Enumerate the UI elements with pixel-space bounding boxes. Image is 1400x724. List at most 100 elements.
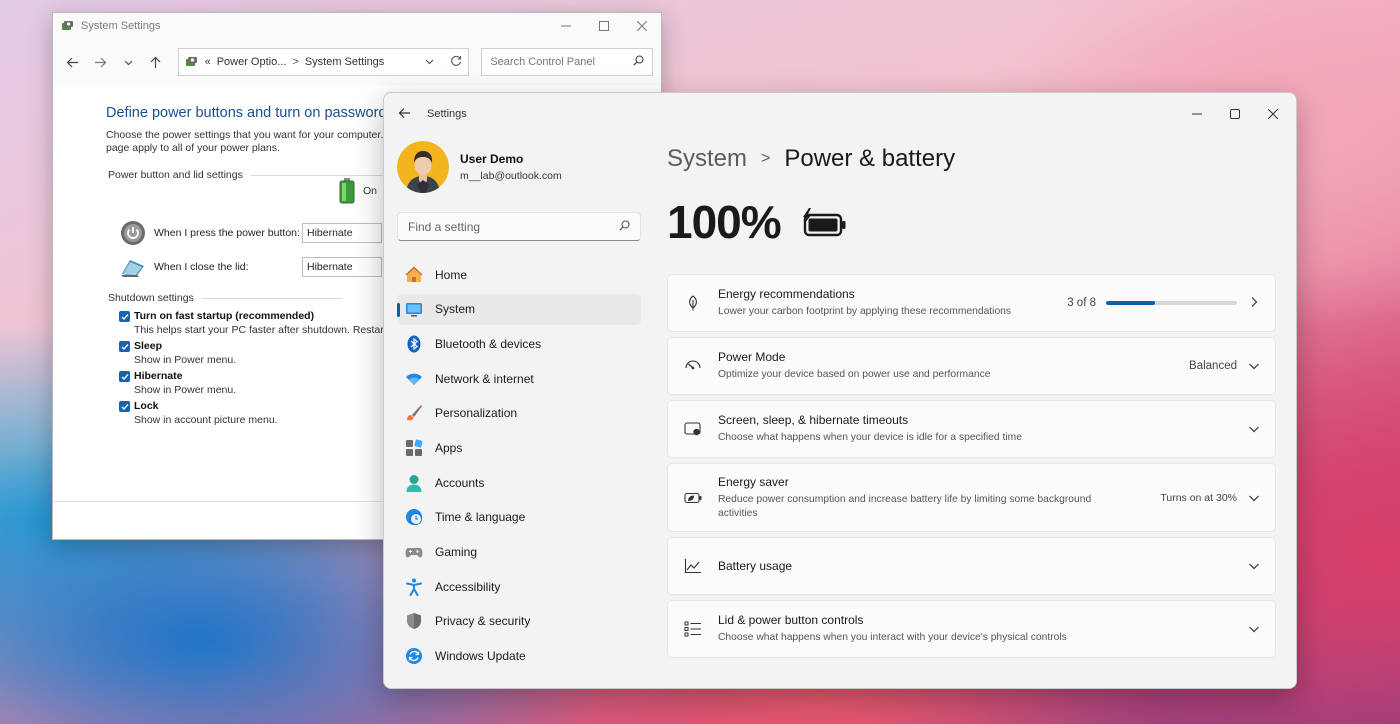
gamepad-icon xyxy=(405,543,423,561)
power-mode-dropdown[interactable]: Balanced xyxy=(1189,360,1237,372)
energy-recommendations-card[interactable]: Energy recommendations Lower your carbon… xyxy=(667,274,1276,332)
nav-item-time-language[interactable]: Time & language xyxy=(397,502,641,533)
breadcrumb-separator: > xyxy=(761,150,771,167)
chevron-down-icon[interactable] xyxy=(1247,359,1261,373)
address-crumb-system-settings[interactable]: System Settings xyxy=(305,56,384,68)
checkmark-icon[interactable] xyxy=(119,401,130,412)
energy-saver-status: Turns on at 30% xyxy=(1160,491,1237,504)
nav-item-bluetooth[interactable]: Bluetooth & devices xyxy=(397,328,641,359)
list-icon xyxy=(684,620,702,638)
nav-item-accessibility[interactable]: Accessibility xyxy=(397,571,641,602)
lid-power-button-card[interactable]: Lid & power button controls Choose what … xyxy=(667,600,1276,658)
nav-label-personalization: Personalization xyxy=(435,406,518,421)
settings-sidebar: User Demo m__lab@outlook.com Find a sett… xyxy=(384,135,652,688)
battery-charging-icon xyxy=(799,206,847,238)
battery-percent: 100% xyxy=(667,196,782,248)
power-button-select[interactable]: Hibernate xyxy=(302,223,382,243)
control-panel-search[interactable]: Search Control Panel xyxy=(481,48,653,76)
nav-label-apps: Apps xyxy=(435,440,463,455)
chevron-down-icon[interactable] xyxy=(1247,491,1261,505)
address-separator: > xyxy=(292,56,299,68)
laptop-lid-icon xyxy=(120,256,146,278)
on-battery-label: On xyxy=(363,185,378,197)
fast-startup-desc: This helps start your PC faster after sh… xyxy=(134,324,398,336)
close-button[interactable] xyxy=(1254,100,1292,128)
nav-item-gaming[interactable]: Gaming xyxy=(397,537,641,568)
energy-saver-title: Energy saver xyxy=(718,474,789,489)
refresh-icon[interactable] xyxy=(450,55,462,70)
battery-saver-icon xyxy=(684,489,702,507)
settings-main: System > Power & battery 100% Energy rec… xyxy=(667,135,1276,688)
wifi-icon xyxy=(405,370,423,388)
minimize-button[interactable] xyxy=(1178,100,1216,128)
power-options-address-icon xyxy=(185,55,199,69)
nav-item-personalization[interactable]: Personalization xyxy=(397,398,641,429)
address-bar[interactable]: « Power Optio... > System Settings xyxy=(177,48,470,76)
fast-startup-title: Turn on fast startup (recommended) xyxy=(134,310,315,322)
power-options-app-icon xyxy=(61,19,75,33)
cp-minimize-button[interactable] xyxy=(547,13,585,39)
address-crumb-power-options[interactable]: Power Optio... xyxy=(217,56,287,68)
lid-select[interactable]: Hibernate xyxy=(302,257,382,277)
maximize-button[interactable] xyxy=(1216,100,1254,128)
chevron-down-icon[interactable] xyxy=(1247,422,1261,436)
checkmark-icon[interactable] xyxy=(119,341,130,352)
chevron-down-icon[interactable] xyxy=(1247,559,1261,573)
system-icon xyxy=(405,300,423,318)
address-dropdown-icon[interactable] xyxy=(425,57,434,68)
nav-item-windows-update[interactable]: Windows Update xyxy=(397,641,641,672)
cp-maximize-button[interactable] xyxy=(585,13,623,39)
hibernate-title: Hibernate xyxy=(134,370,183,382)
settings-app-title: Settings xyxy=(427,108,467,120)
power-mode-title: Power Mode xyxy=(718,350,786,364)
breadcrumb-system[interactable]: System xyxy=(667,145,747,173)
nav-item-system[interactable]: System xyxy=(397,293,641,325)
nav-item-network[interactable]: Network & internet xyxy=(397,363,641,394)
screen-sleep-timeouts-card[interactable]: Screen, sleep, & hibernate timeouts Choo… xyxy=(667,400,1276,458)
back-arrow-icon[interactable] xyxy=(398,107,418,122)
energy-recommendations-count: 3 of 8 xyxy=(1067,297,1096,309)
home-icon xyxy=(405,266,423,284)
hibernate-desc: Show in Power menu. xyxy=(134,384,237,396)
checkmark-icon[interactable] xyxy=(119,371,130,382)
update-icon xyxy=(405,647,423,665)
battery-usage-card[interactable]: Battery usage xyxy=(667,537,1276,595)
energy-saver-card[interactable]: Energy saver Reduce power consumption an… xyxy=(667,463,1276,532)
energy-progress-fill xyxy=(1106,301,1156,305)
up-arrow-icon[interactable] xyxy=(144,50,168,74)
power-lid-section-label: Power button and lid settings xyxy=(108,169,243,181)
screen-sleep-title: Screen, sleep, & hibernate timeouts xyxy=(718,413,909,427)
back-arrow-icon[interactable] xyxy=(61,50,85,74)
globe-clock-icon xyxy=(405,508,423,526)
settings-window: Settings User Demo m__lab@outlook.com Fi… xyxy=(383,92,1297,689)
nav-label-bluetooth: Bluetooth & devices xyxy=(435,336,542,351)
recent-chevron-down-icon[interactable] xyxy=(116,50,140,74)
nav-label-accounts: Accounts xyxy=(435,475,485,490)
lid-label: When I close the lid: xyxy=(154,261,249,273)
power-button-label: When I press the power button: xyxy=(154,227,300,239)
power-mode-card[interactable]: Power Mode Optimize your device based on… xyxy=(667,337,1276,395)
user-profile[interactable]: User Demo m__lab@outlook.com xyxy=(397,141,652,193)
nav-item-home[interactable]: Home xyxy=(397,259,641,290)
avatar[interactable] xyxy=(397,141,449,193)
nav-item-apps[interactable]: Apps xyxy=(397,432,641,463)
search-icon xyxy=(619,219,630,234)
nav-item-privacy-security[interactable]: Privacy & security xyxy=(397,606,641,637)
nav-item-accounts[interactable]: Accounts xyxy=(397,467,641,498)
cp-close-button[interactable] xyxy=(623,13,661,39)
screen-sleep-icon xyxy=(684,420,702,438)
section-divider xyxy=(201,297,342,299)
checkmark-icon[interactable] xyxy=(119,311,130,322)
find-setting-input[interactable]: Find a setting xyxy=(397,212,641,241)
power-button-icon xyxy=(120,220,146,246)
chevron-down-icon[interactable] xyxy=(1247,622,1261,636)
cp-search-placeholder: Search Control Panel xyxy=(490,56,595,68)
accounts-icon xyxy=(405,474,423,492)
search-icon xyxy=(633,55,644,69)
page-title: Power & battery xyxy=(784,145,956,172)
on-battery-column-header: On xyxy=(339,178,377,204)
forward-arrow-icon[interactable] xyxy=(89,50,113,74)
settings-nav: Home System Bluetooth & devices Network … xyxy=(384,259,652,672)
nav-label-home: Home xyxy=(435,267,468,282)
chevron-right-icon[interactable] xyxy=(1247,296,1261,311)
